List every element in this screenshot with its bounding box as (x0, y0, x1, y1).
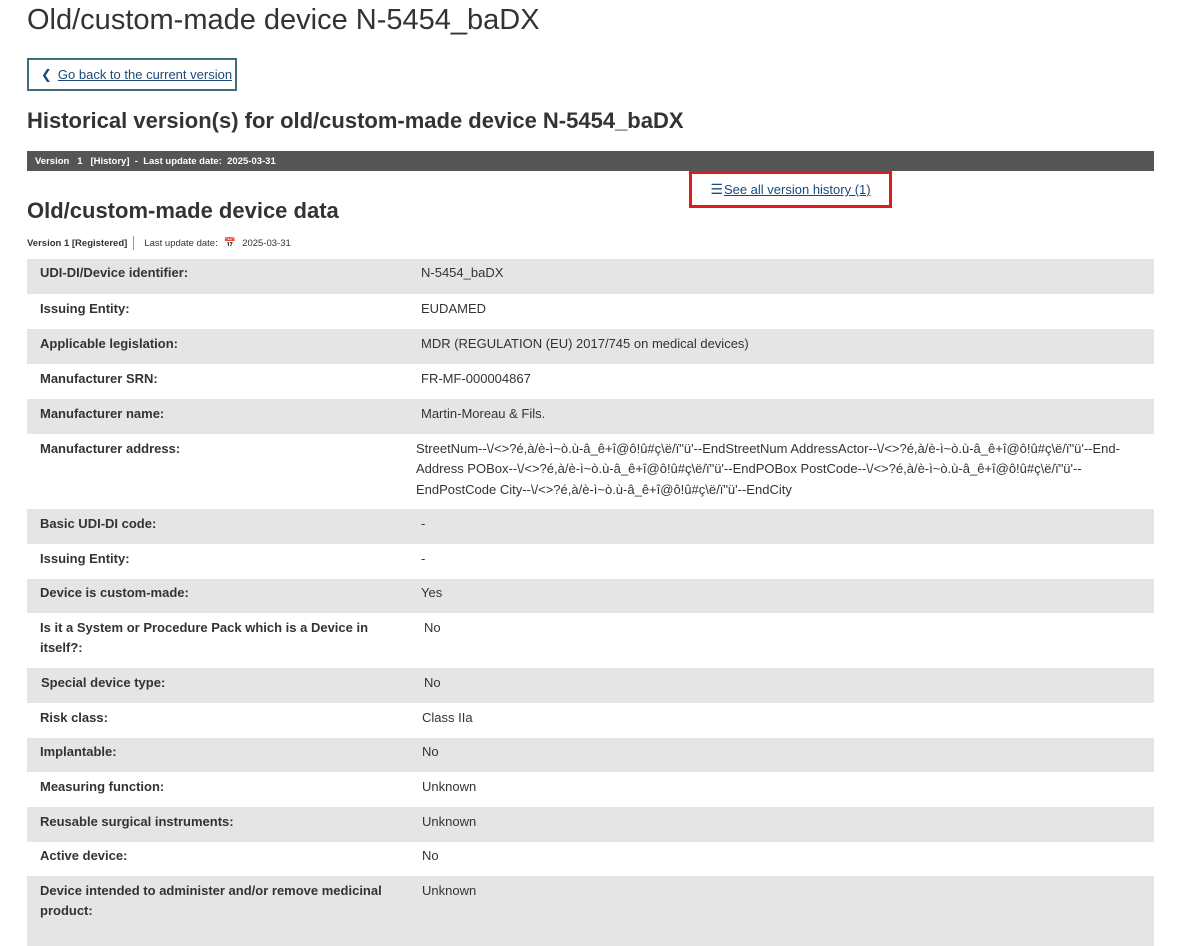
table-row: Is it a System or Procedure Pack which i… (27, 612, 1154, 668)
table-row: Measuring function: Unknown (27, 771, 1154, 807)
table-row: Applicable legislation: MDR (REGULATION … (27, 328, 1154, 364)
row-label: Issuing Entity: (40, 300, 130, 316)
row-label: Reusable surgical instruments: (40, 813, 234, 829)
row-label: Implantable: (40, 743, 117, 759)
see-all-version-history-link[interactable]: See all version history (1) (724, 182, 871, 197)
table-row: Special device type: No (27, 667, 1154, 703)
row-value: Yes (421, 584, 443, 600)
row-label: Device is custom-made: (40, 584, 189, 600)
page-title: Old/custom-made device N-5454_baDX (27, 4, 540, 36)
row-value: FR-MF-000004867 (421, 370, 531, 386)
table-row: UDI-DI/Device identifier: N-5454_baDX (27, 259, 1154, 294)
row-label: Manufacturer SRN: (40, 370, 158, 386)
row-label: Manufacturer address: (40, 440, 181, 456)
version-history-link-box: ☰ See all version history (1) (689, 171, 892, 208)
row-label: Manufacturer name: (40, 405, 165, 421)
row-label: Applicable legislation: (40, 335, 178, 351)
row-value: StreetNum--\/<>?é,à/è-ì~ò.ù-â_ê+î@ô!û#ç\… (416, 440, 1120, 497)
version-status: Version 1 [Registered] (27, 237, 128, 249)
row-label: Risk class: (40, 709, 108, 725)
table-row: Issuing Entity: EUDAMED (27, 293, 1154, 329)
table-row: Basic UDI-DI code: - (27, 508, 1154, 544)
table-row: Risk class: Class IIa (27, 702, 1154, 738)
table-row: Device intended to administer and/or rem… (27, 875, 1154, 946)
chevron-left-icon: ❮ (41, 66, 52, 82)
row-label: Measuring function: (40, 778, 165, 794)
version-bar: Version 1 [History] - Last update date: … (27, 151, 1154, 171)
row-value: Unknown (422, 778, 477, 794)
row-value: - (421, 550, 426, 566)
history-title: Historical version(s) for old/custom-mad… (27, 108, 684, 133)
row-value: Class IIa (422, 709, 473, 725)
row-label: Special device type: (41, 674, 166, 690)
device-data-table: UDI-DI/Device identifier: N-5454_baDX Is… (27, 259, 1154, 946)
section-title: Old/custom-made device data (27, 198, 339, 223)
row-label: Is it a System or Procedure Pack which i… (40, 619, 369, 656)
version-meta-line: Version 1 [Registered] Last update date:… (27, 236, 291, 250)
row-value: No (422, 743, 439, 759)
row-value: MDR (REGULATION (EU) 2017/745 on medical… (421, 335, 749, 351)
row-value: EUDAMED (421, 300, 487, 316)
last-update-value: 2025-03-31 (242, 237, 291, 249)
table-row: Device is custom-made: Yes (27, 578, 1154, 613)
table-row: Implantable: No (27, 737, 1154, 772)
row-label: Issuing Entity: (40, 550, 130, 566)
row-label: Device intended to administer and/or rem… (40, 882, 382, 919)
row-value: Unknown (422, 882, 477, 898)
last-update-label: Last update date: (144, 237, 218, 249)
row-label: Active device: (40, 847, 128, 863)
row-value: Martin-Moreau & Fils. (421, 405, 546, 421)
back-to-current-version-button[interactable]: ❮ Go back to the current version (27, 58, 237, 91)
row-value: N-5454_baDX (421, 265, 504, 280)
table-row: Reusable surgical instruments: Unknown (27, 806, 1154, 842)
row-value: No (424, 619, 441, 635)
row-label: Basic UDI-DI code: (40, 515, 157, 531)
table-row: Manufacturer SRN: FR-MF-000004867 (27, 363, 1154, 399)
row-value: No (422, 847, 439, 863)
table-row: Issuing Entity: - (27, 543, 1154, 579)
divider (133, 236, 135, 250)
table-row: Manufacturer name: Martin-Moreau & Fils. (27, 398, 1154, 434)
back-button-label: Go back to the current version (57, 67, 233, 82)
list-icon: ☰ (710, 181, 723, 197)
calendar-icon: 📅 (223, 237, 237, 249)
row-value: No (424, 674, 441, 690)
table-row: Manufacturer address: StreetNum--\/<>?é,… (27, 433, 1154, 509)
row-label: UDI-DI/Device identifier: (40, 265, 189, 280)
row-value: - (421, 515, 426, 531)
table-row: Active device: No (27, 841, 1154, 876)
row-value: Unknown (422, 813, 477, 829)
